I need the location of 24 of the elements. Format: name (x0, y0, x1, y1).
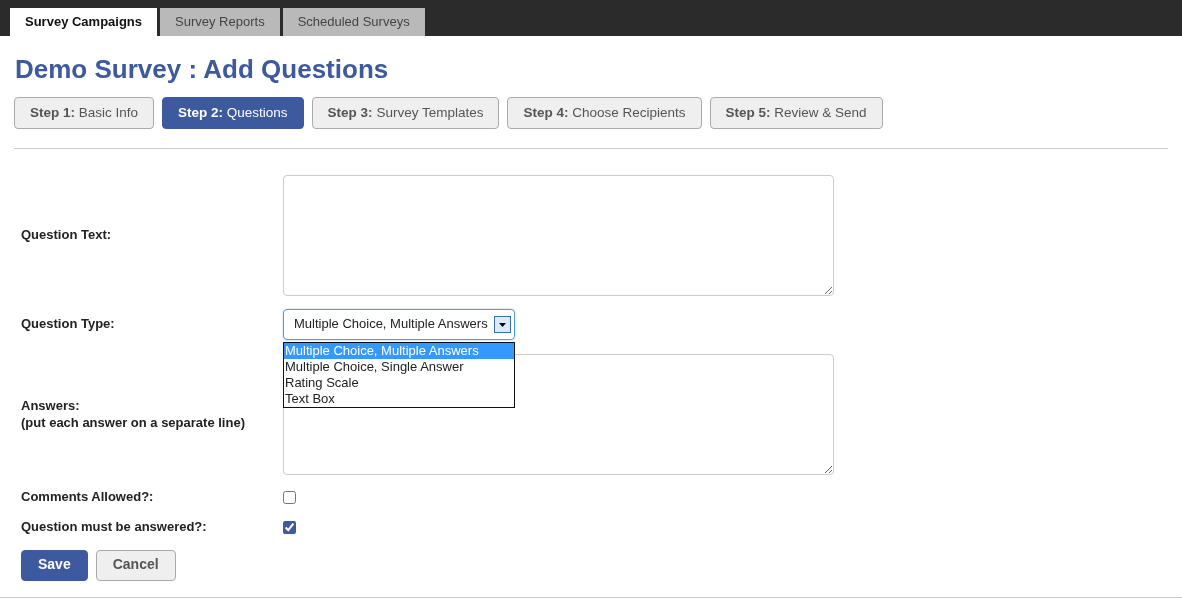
step-tab[interactable]: Step 4: Choose Recipients (507, 97, 702, 129)
field-label: Question must be answered?: (21, 519, 208, 536)
dropdown-option[interactable]: Multiple Choice, Single Answer (284, 359, 514, 375)
step-tab[interactable]: Step 3: Survey Templates (311, 97, 500, 129)
save-button[interactable]: Save (21, 549, 88, 581)
cancel-button[interactable]: Cancel (95, 549, 176, 581)
field-label: Question Text: (21, 227, 113, 244)
nav-tab[interactable]: Survey Campaigns (10, 8, 158, 36)
field-label: Comments Allowed?: (21, 489, 155, 506)
field-label: Question Type: (21, 316, 116, 333)
field-hint: (put each answer on a separate line) (21, 414, 246, 431)
dropdown-option[interactable]: Rating Scale (284, 375, 514, 391)
step-tab[interactable]: Step 1: Basic Info (14, 97, 155, 129)
step-tab[interactable]: Step 2: Questions (162, 97, 304, 129)
step-tab[interactable]: Step 5: Review & Send (709, 97, 883, 129)
field-label: Answers: (21, 398, 81, 415)
nav-tab[interactable]: Scheduled Surveys (282, 8, 425, 36)
dropdown-option[interactable]: Text Box (284, 391, 514, 407)
nav-tab[interactable]: Survey Reports (160, 8, 280, 36)
select-field[interactable]: Multiple Choice, Multiple Answers (283, 309, 515, 340)
page-title: Demo Survey : Add Questions (15, 53, 390, 85)
select-value: Multiple Choice, Multiple Answers (294, 316, 488, 333)
checkbox[interactable] (283, 520, 296, 534)
checkbox[interactable] (283, 490, 296, 504)
